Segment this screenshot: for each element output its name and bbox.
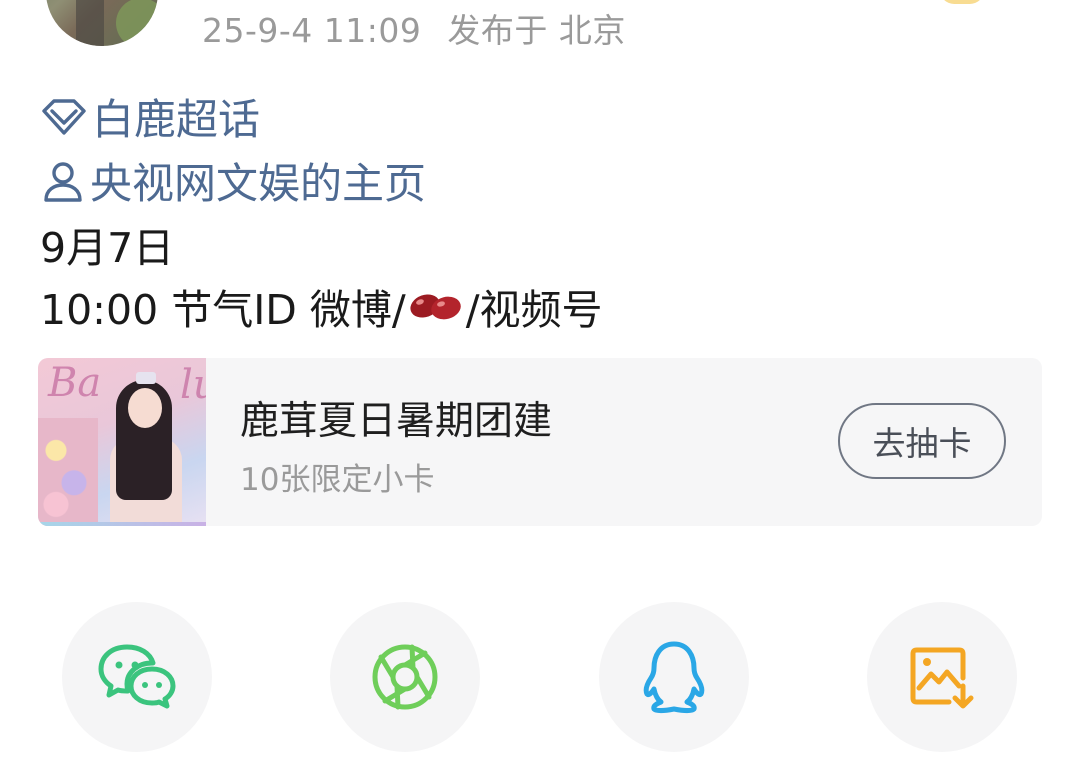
- card-promo[interactable]: Ba lu 鹿茸夏日暑期团建 10张限定小卡 去抽卡: [38, 358, 1042, 526]
- thumb-script-right: lu: [180, 362, 206, 408]
- qq-icon: [643, 641, 705, 713]
- thumb-script-left: Ba: [48, 360, 102, 406]
- avatar-foliage: [116, 0, 158, 46]
- supertopic-label: 白鹿超话: [92, 95, 261, 144]
- post-location: 发布于 北京: [447, 11, 626, 50]
- post-text-line-1: 9月7日: [40, 224, 175, 272]
- share-moments-button[interactable]: [330, 602, 480, 752]
- avatar-figure: [76, 0, 104, 46]
- red-bean-emoji-icon: [410, 294, 461, 320]
- homepage-link[interactable]: 央视网文娱的主页: [40, 150, 426, 211]
- supertopic-link[interactable]: 白鹿超话: [40, 86, 260, 147]
- thumb-crown: [136, 372, 156, 384]
- post-text-prefix: 10:00 节气ID 微博/: [40, 286, 406, 334]
- post-meta: 25-9-4 11:09 发布于 北京: [202, 4, 626, 52]
- save-image-icon: [910, 647, 974, 709]
- card-title: 鹿茸夏日暑期团建: [240, 399, 553, 444]
- user-icon: [44, 161, 82, 202]
- post-timestamp: 25-9-4 11:09: [202, 11, 422, 50]
- homepage-label: 央视网文娱的主页: [90, 159, 427, 208]
- card-thumbnail: Ba lu: [38, 358, 206, 526]
- author-avatar[interactable]: [46, 0, 158, 46]
- wechat-icon: [98, 644, 176, 709]
- card-subtitle: 10张限定小卡: [240, 462, 435, 498]
- share-wechat-button[interactable]: [62, 602, 212, 752]
- save-image-button[interactable]: [867, 602, 1017, 752]
- post-text-line-2: 10:00 节气ID 微博/ /视频号: [40, 276, 603, 336]
- thumb-flowers: [38, 418, 98, 526]
- thumb-face: [128, 388, 162, 428]
- corner-badge-icon: [940, 0, 984, 4]
- draw-card-button[interactable]: 去抽卡: [838, 403, 1006, 479]
- diamond-icon: [42, 98, 86, 135]
- thumb-bottom-bar: [38, 522, 206, 526]
- post-text-suffix: /视频号: [465, 286, 603, 334]
- share-qq-button[interactable]: [599, 602, 749, 752]
- moments-icon: [372, 644, 438, 710]
